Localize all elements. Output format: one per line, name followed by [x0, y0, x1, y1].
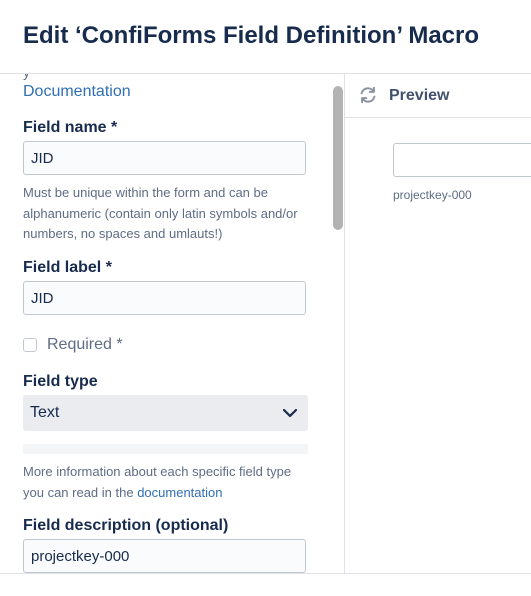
- field-label-input[interactable]: JID: [23, 281, 306, 315]
- preview-title: Preview: [389, 87, 450, 104]
- field-name-input[interactable]: JID: [23, 141, 306, 175]
- settings-scrollbar[interactable]: [333, 86, 343, 230]
- settings-panel: y Documentation Field name * JID Must be…: [0, 74, 344, 573]
- preview-help-text: projectkey-000: [393, 188, 472, 202]
- field-label-label: Field label *: [23, 259, 112, 276]
- documentation-link[interactable]: Documentation: [23, 83, 131, 101]
- refresh-icon[interactable]: [358, 85, 378, 105]
- required-label[interactable]: Required *: [47, 336, 123, 354]
- extra-options-bar: [23, 444, 308, 454]
- field-name-value: JID: [31, 150, 54, 167]
- dialog-header: Edit ‘ConfiForms Field Definition’ Macro: [0, 0, 531, 74]
- panel-divider: [344, 74, 345, 573]
- field-name-label: Field name *: [23, 119, 118, 136]
- field-type-value: Text: [30, 404, 60, 421]
- field-description-input[interactable]: projectkey-000: [23, 539, 306, 573]
- field-type-label: Field type: [23, 373, 98, 390]
- required-checkbox[interactable]: [23, 338, 37, 352]
- field-name-help: Must be unique within the form and can b…: [23, 185, 298, 241]
- field-label-value: JID: [31, 290, 54, 307]
- field-type-documentation-link[interactable]: documentation: [137, 485, 222, 500]
- field-description-label: Field description (optional): [23, 517, 229, 534]
- dialog-title: Edit ‘ConfiForms Field Definition’ Macro: [23, 22, 480, 49]
- clipped-text: y: [23, 74, 30, 80]
- chevron-down-icon: [282, 408, 298, 418]
- field-type-select[interactable]: Text: [23, 395, 308, 431]
- preview-input[interactable]: [393, 143, 531, 177]
- field-description-value: projectkey-000: [31, 548, 130, 565]
- dialog-footer: [0, 573, 531, 596]
- field-type-help: More information about each specific fie…: [23, 462, 313, 503]
